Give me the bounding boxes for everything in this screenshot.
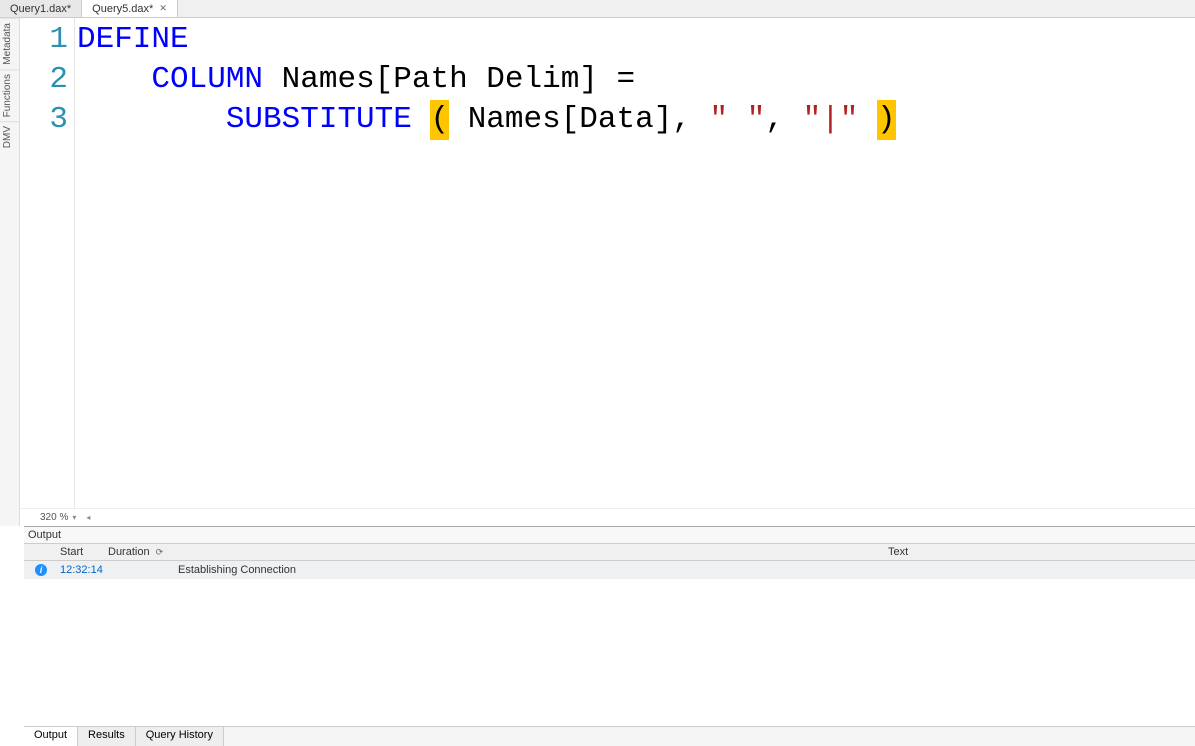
keyword-define: DEFINE — [77, 22, 189, 57]
file-tab-query5[interactable]: Query5.dax* ✕ — [82, 0, 178, 17]
line-number: 1 — [20, 20, 68, 60]
col-start[interactable]: Start — [58, 546, 106, 558]
paren-close: ) — [877, 100, 896, 140]
code-text[interactable]: DEFINE COLUMN Names[Path Delim] = SUBSTI… — [75, 18, 1195, 508]
zoom-value[interactable]: 320 % — [40, 512, 68, 523]
side-tab-functions[interactable]: Functions — [0, 69, 19, 121]
keyword-column: COLUMN — [151, 62, 263, 97]
chevron-left-icon[interactable]: ◂ — [86, 513, 90, 522]
string-literal: " " — [710, 102, 766, 137]
side-tab-dmv[interactable]: DMV — [0, 121, 19, 152]
operator-eq: = — [617, 62, 636, 97]
side-tab-strip: Metadata Functions DMV — [0, 18, 20, 526]
refresh-icon[interactable]: ⟳ — [156, 547, 164, 557]
bottom-tab-results[interactable]: Results — [78, 727, 136, 746]
output-title: Output — [24, 527, 1195, 543]
close-icon[interactable]: ✕ — [159, 3, 167, 14]
side-tab-metadata[interactable]: Metadata — [0, 18, 19, 69]
function-substitute: SUBSTITUTE — [226, 102, 412, 137]
row-start: 12:32:14 — [58, 564, 106, 576]
bottom-tab-queryhistory[interactable]: Query History — [136, 727, 224, 746]
editor-wrap: 1 2 3 DEFINE COLUMN Names[Path Delim] = … — [20, 18, 1195, 526]
comma: , — [765, 102, 784, 137]
line-gutter: 1 2 3 — [20, 18, 75, 508]
output-row[interactable]: i 12:32:14 Establishing Connection — [24, 561, 1195, 579]
output-panel: Output Start Duration ⟳ Text i 12:32:14 … — [24, 526, 1195, 746]
table-ref: Names[Data] — [468, 102, 673, 137]
main-area: Metadata Functions DMV 1 2 3 DEFINE COLU… — [0, 18, 1195, 526]
file-tab-label: Query5.dax* — [92, 3, 153, 15]
row-text: Establishing Connection — [176, 564, 1195, 576]
line-number: 2 — [20, 60, 68, 100]
output-rows: i 12:32:14 Establishing Connection — [24, 561, 1195, 726]
file-tab-label: Query1.dax* — [10, 3, 71, 15]
paren-open: ( — [430, 100, 449, 140]
bottom-tab-output[interactable]: Output — [24, 727, 78, 746]
file-tab-query1[interactable]: Query1.dax* — [0, 0, 82, 17]
col-duration[interactable]: Duration ⟳ — [106, 546, 176, 558]
file-tab-bar: Query1.dax* Query5.dax* ✕ — [0, 0, 1195, 18]
chevron-down-icon[interactable]: ▾ — [72, 513, 76, 522]
zoom-bar: 320 % ▾ ◂ — [20, 508, 1195, 526]
table-ref: Names[Path Delim] — [282, 62, 598, 97]
col-text[interactable]: Text — [886, 546, 1195, 558]
comma: , — [672, 102, 691, 137]
line-number: 3 — [20, 100, 68, 140]
code-editor[interactable]: 1 2 3 DEFINE COLUMN Names[Path Delim] = … — [20, 18, 1195, 508]
info-icon: i — [24, 564, 58, 576]
bottom-tab-bar: Output Results Query History — [24, 726, 1195, 746]
string-literal: "|" — [803, 102, 859, 137]
output-header: Start Duration ⟳ Text — [24, 543, 1195, 561]
